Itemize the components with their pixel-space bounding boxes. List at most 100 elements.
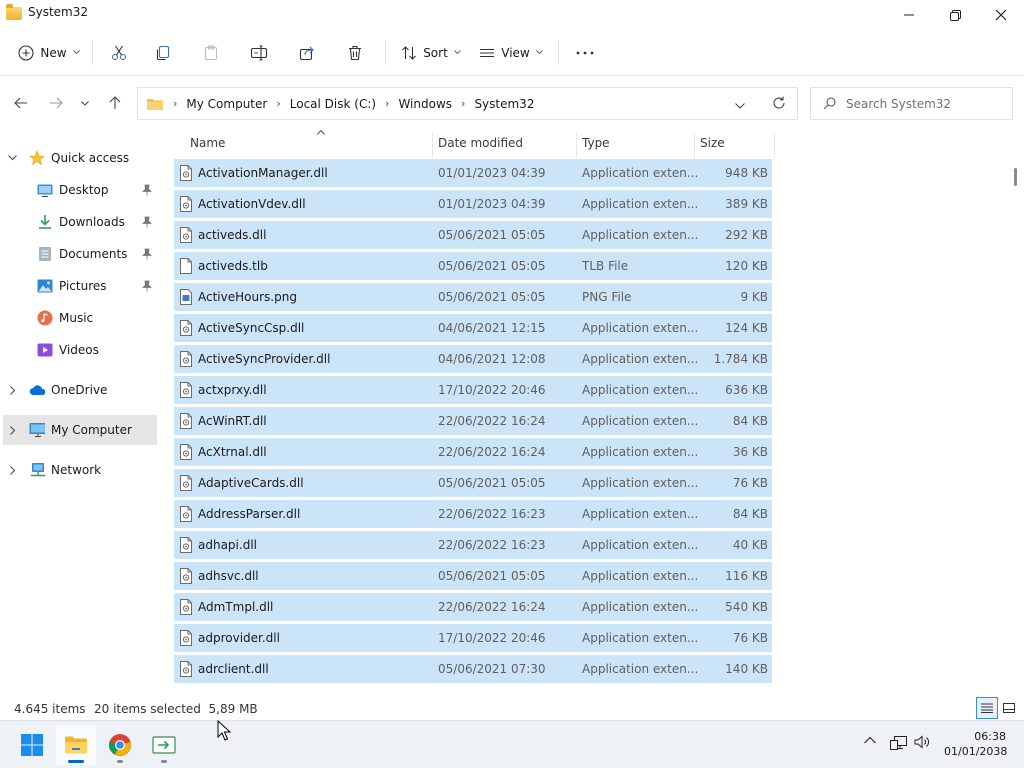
copy-icon (156, 45, 170, 60)
show-hidden-icons-button[interactable] (864, 733, 876, 747)
window-title: System32 (28, 5, 89, 19)
chevron-up-icon (864, 736, 876, 744)
new-button[interactable]: New (12, 36, 86, 70)
file-row[interactable]: ActiveHours.png 05/06/2021 05:05 PNG File 9… (174, 283, 772, 311)
nav-quick-access[interactable]: Quick access (0, 143, 160, 173)
paste-button[interactable] (187, 36, 235, 70)
maximize-button[interactable] (932, 0, 978, 30)
close-button[interactable] (978, 0, 1024, 30)
sort-button[interactable]: Sort (392, 36, 470, 70)
address-history-button[interactable] (735, 98, 745, 112)
minimize-button[interactable] (886, 0, 932, 30)
file-type: Application exten... (582, 445, 699, 459)
view-button[interactable]: View (470, 36, 552, 70)
file-row[interactable]: ActiveSyncCsp.dll 04/06/2021 12:15 Applica… (174, 314, 772, 342)
file-size: 636 KB (725, 383, 768, 397)
file-type: Application exten... (582, 383, 699, 397)
column-header-date[interactable]: Date modified (432, 128, 576, 158)
file-row[interactable]: ActivationVdev.dll 01/01/2023 04:39 Applic… (174, 190, 772, 218)
file-date: 01/01/2023 04:39 (438, 166, 546, 180)
breadcrumb-system32[interactable]: System32 (474, 97, 534, 111)
recent-locations-button[interactable] (73, 90, 97, 116)
file-date: 17/10/2022 20:46 (438, 383, 546, 397)
network-status-button[interactable] (890, 735, 908, 754)
pin-icon (142, 280, 152, 292)
paste-icon (204, 44, 218, 60)
breadcrumb-local-disk[interactable]: Local Disk (C:) (290, 97, 376, 111)
file-date: 17/10/2022 20:46 (438, 631, 546, 645)
taskbar-chrome[interactable] (100, 725, 140, 765)
column-header-name[interactable]: Name (184, 128, 432, 158)
file-row[interactable]: ActivationManager.dll 01/01/2023 04:39 App… (174, 159, 772, 187)
dll-file-icon (179, 630, 193, 649)
up-button[interactable] (102, 90, 128, 116)
file-row[interactable]: adhsvc.dll 05/06/2021 05:05 Application ex… (174, 562, 772, 590)
refresh-icon (773, 96, 785, 109)
volume-button[interactable] (914, 735, 932, 752)
column-header-type[interactable]: Type (576, 128, 694, 158)
nav-item-videos[interactable]: Videos (0, 335, 160, 365)
start-button[interactable] (12, 725, 52, 765)
back-button[interactable] (8, 90, 34, 116)
separator (92, 40, 93, 65)
taskbar-file-explorer[interactable] (56, 725, 96, 765)
delete-button[interactable] (331, 36, 379, 70)
file-size: 36 KB (732, 445, 768, 459)
copy-button[interactable] (139, 36, 187, 70)
column-header-size[interactable]: Size (694, 128, 772, 158)
rename-button[interactable] (235, 36, 283, 70)
separator (558, 40, 559, 65)
vertical-scrollbar[interactable] (1010, 130, 1020, 700)
dll-file-icon (179, 444, 193, 463)
column-divider[interactable] (774, 132, 775, 158)
nav-item-desktop[interactable]: Desktop (0, 175, 160, 205)
tiles-view-button[interactable] (998, 697, 1020, 719)
clock[interactable]: 06:38 01/01/2038 (944, 729, 1007, 759)
plus-circle-icon (18, 44, 34, 61)
nav-item-label: Downloads (59, 215, 125, 229)
file-size: 1.784 KB (713, 352, 768, 366)
file-row[interactable]: ActiveSyncProvider.dll 04/06/2021 12:08 Ap… (174, 345, 772, 373)
nav-network-label: Network (51, 463, 102, 477)
refresh-button[interactable] (772, 96, 786, 113)
image-file-icon (179, 289, 193, 308)
nav-network[interactable]: Network (0, 455, 160, 485)
file-size: 948 KB (725, 166, 768, 180)
file-name: ActiveSyncCsp.dll (198, 321, 305, 335)
nav-my-computer[interactable]: My Computer (3, 415, 157, 445)
nav-item-label: Desktop (59, 183, 109, 197)
file-date: 04/06/2021 12:15 (438, 321, 546, 335)
pin-icon (142, 216, 152, 228)
nav-onedrive[interactable]: OneDrive (0, 375, 160, 405)
search-input[interactable] (846, 96, 1006, 111)
file-row[interactable]: AdaptiveCards.dll 05/06/2021 05:05 Applica… (174, 469, 772, 497)
chevron-down-icon (8, 155, 17, 161)
nav-item-pictures[interactable]: Pictures (0, 271, 160, 301)
file-row[interactable]: AdmTmpl.dll 22/06/2022 16:24 Application e… (174, 593, 772, 621)
share-button[interactable] (283, 36, 331, 70)
more-options-button[interactable] (565, 36, 605, 70)
file-row[interactable]: adrclient.dll 05/06/2021 07:30 Application… (174, 655, 772, 683)
file-row[interactable]: adprovider.dll 17/10/2022 20:46 Applicatio… (174, 624, 772, 652)
search-box[interactable] (810, 87, 1013, 120)
file-row[interactable]: activeds.tlb 05/06/2021 05:05 TLB File 120 … (174, 252, 772, 280)
nav-item-documents[interactable]: Documents (0, 239, 160, 269)
breadcrumb-my-computer[interactable]: My Computer (186, 97, 267, 111)
breadcrumb-windows[interactable]: Windows (398, 97, 452, 111)
details-view-button[interactable] (976, 697, 998, 719)
file-row[interactable]: AddressParser.dll 22/06/2022 16:23 Applica… (174, 500, 772, 528)
file-row[interactable]: adhapi.dll 22/06/2022 16:23 Application ex… (174, 531, 772, 559)
minimize-icon (904, 14, 914, 16)
address-bar[interactable]: › My Computer › Local Disk (C:) › Window… (137, 87, 798, 120)
nav-item-downloads[interactable]: Downloads (0, 207, 160, 237)
cut-button[interactable] (99, 36, 139, 70)
taskbar-app[interactable] (144, 725, 184, 765)
scrollbar-thumb[interactable] (1014, 168, 1017, 186)
file-row[interactable]: activeds.dll 05/06/2021 05:05 Application … (174, 221, 772, 249)
file-row[interactable]: AcXtrnal.dll 22/06/2022 16:24 Application … (174, 438, 772, 466)
file-row[interactable]: actxprxy.dll 17/10/2022 20:46 Application … (174, 376, 772, 404)
file-row[interactable]: AcWinRT.dll 22/06/2022 16:24 Application e… (174, 407, 772, 435)
forward-button[interactable] (43, 90, 69, 116)
nav-item-music[interactable]: Music (0, 303, 160, 333)
nav-my-computer-label: My Computer (51, 423, 132, 437)
